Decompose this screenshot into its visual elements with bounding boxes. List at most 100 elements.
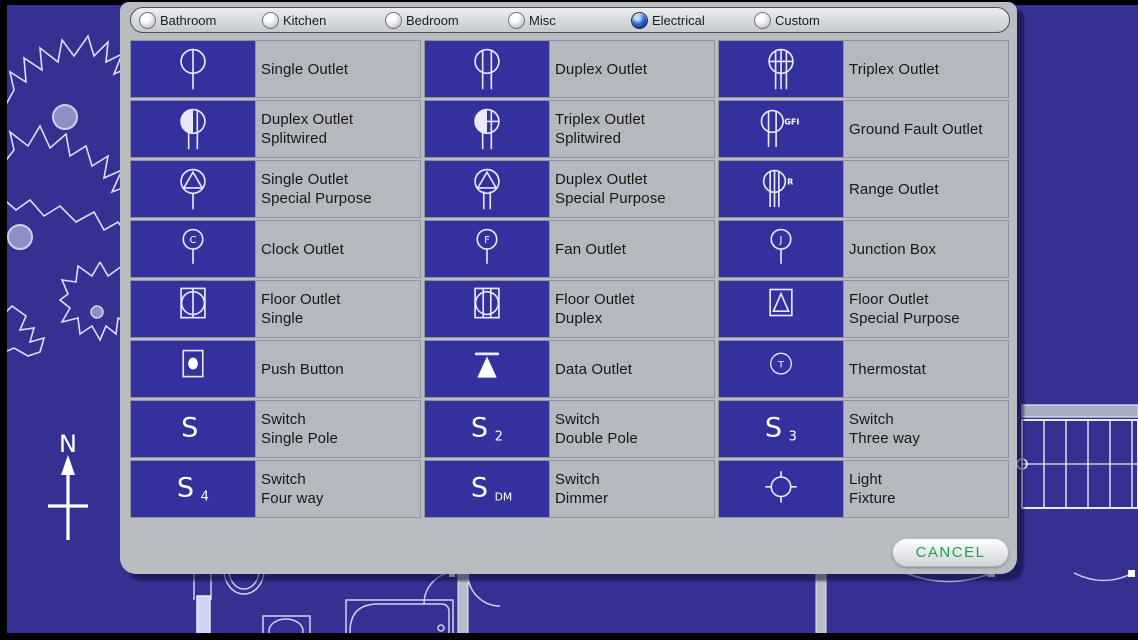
symbol-cell-switch-double-pole[interactable]: S2SwitchDouble Pole (424, 400, 715, 458)
radio-icon-selected[interactable] (631, 12, 648, 29)
radio-icon[interactable] (385, 12, 402, 29)
symbol-label-duplex-outlet-splitwired: Duplex OutletSplitwired (256, 100, 421, 158)
category-radio-custom[interactable]: Custom (754, 12, 877, 29)
symbol-cell-single-outlet-special[interactable]: Single OutletSpecial Purpose (130, 160, 421, 218)
category-label: Bathroom (160, 13, 216, 28)
fan-outlet-icon[interactable]: F (424, 220, 550, 278)
range-outlet-icon[interactable]: R (718, 160, 844, 218)
symbol-label-fan-outlet: Fan Outlet (550, 220, 715, 278)
data-outlet-icon[interactable] (424, 340, 550, 398)
duplex-outlet-icon[interactable] (424, 40, 550, 98)
door-swing (906, 573, 992, 582)
symbol-row: Floor OutletSingle Floor OutletDuplexFloo… (130, 280, 1010, 338)
tree-outline (4, 36, 128, 108)
switch-single-pole-icon[interactable]: S (130, 400, 256, 458)
symbol-row: Duplex OutletSplitwired Triplex OutletSpl… (130, 100, 1010, 158)
symbol-label-ground-fault-outlet: Ground Fault Outlet (844, 100, 1009, 158)
single-outlet-icon[interactable] (130, 40, 256, 98)
junction-box-icon[interactable]: J (718, 220, 844, 278)
duplex-outlet-splitwired-icon[interactable] (130, 100, 256, 158)
switch-dimmer-icon[interactable]: SDM (424, 460, 550, 518)
symbol-label-range-outlet: Range Outlet (844, 160, 1009, 218)
svg-text:3: 3 (789, 429, 797, 444)
triplex-outlet-splitwired-icon[interactable] (424, 100, 550, 158)
tree-trunk (8, 225, 32, 249)
svg-text:GFI: GFI (784, 117, 799, 127)
ground-fault-outlet-icon[interactable]: GFI (718, 100, 844, 158)
symbol-cell-duplex-outlet-special[interactable]: Duplex OutletSpecial Purpose (424, 160, 715, 218)
symbol-cell-light-fixture[interactable]: LightFixture (718, 460, 1009, 518)
symbol-cell-floor-outlet-duplex[interactable]: Floor OutletDuplex (424, 280, 715, 338)
single-outlet-special-icon[interactable] (130, 160, 256, 218)
tree-trunk (91, 306, 103, 318)
symbol-cell-switch-four-way[interactable]: S4SwitchFour way (130, 460, 421, 518)
symbol-label-floor-outlet-single: Floor OutletSingle (256, 280, 421, 338)
category-radio-bedroom[interactable]: Bedroom (385, 12, 508, 29)
duplex-outlet-special-icon[interactable] (424, 160, 550, 218)
symbol-label-switch-four-way: SwitchFour way (256, 460, 421, 518)
svg-text:S: S (765, 413, 782, 444)
svg-text:C: C (190, 235, 197, 246)
cancel-button[interactable]: CANCEL (892, 538, 1009, 567)
category-radio-misc[interactable]: Misc (508, 12, 631, 29)
symbol-cell-push-button[interactable]: Push Button (130, 340, 421, 398)
symbol-cell-duplex-outlet-splitwired[interactable]: Duplex OutletSplitwired (130, 100, 421, 158)
triplex-outlet-icon[interactable] (718, 40, 844, 98)
symbol-cell-switch-dimmer[interactable]: SDMSwitchDimmer (424, 460, 715, 518)
symbol-cell-junction-box[interactable]: JJunction Box (718, 220, 1009, 278)
symbol-cell-triplex-outlet-splitwired[interactable]: Triplex OutletSplitwired (424, 100, 715, 158)
compass-north: N (48, 430, 88, 540)
floor-outlet-special-icon[interactable] (718, 280, 844, 338)
symbol-cell-switch-single-pole[interactable]: SSwitchSingle Pole (130, 400, 421, 458)
symbol-cell-floor-outlet-special[interactable]: Floor OutletSpecial Purpose (718, 280, 1009, 338)
radio-icon[interactable] (508, 12, 525, 29)
category-radio-kitchen[interactable]: Kitchen (262, 12, 385, 29)
symbol-label-triplex-outlet-splitwired: Triplex OutletSplitwired (550, 100, 715, 158)
category-radio-bathroom[interactable]: Bathroom (139, 12, 262, 29)
svg-text:2: 2 (495, 429, 503, 444)
symbol-cell-range-outlet[interactable]: R Range Outlet (718, 160, 1009, 218)
category-label: Kitchen (283, 13, 326, 28)
symbol-cell-switch-three-way[interactable]: S3SwitchThree way (718, 400, 1009, 458)
symbol-row: SSwitchSingle PoleS2SwitchDouble PoleS3S… (130, 400, 1010, 458)
symbol-row: CClock OutletFFan OutletJJunction Box (130, 220, 1010, 278)
symbol-label-data-outlet: Data Outlet (550, 340, 715, 398)
radio-icon[interactable] (262, 12, 279, 29)
symbol-row: Single OutletDuplex OutletTriplex Outlet (130, 40, 1010, 98)
wall-segment (458, 572, 468, 640)
door-swing (424, 570, 456, 604)
floor-outlet-single-icon[interactable] (130, 280, 256, 338)
symbol-cell-ground-fault-outlet[interactable]: GFI Ground Fault Outlet (718, 100, 1009, 158)
symbol-cell-duplex-outlet[interactable]: Duplex Outlet (424, 40, 715, 98)
symbol-label-light-fixture: LightFixture (844, 460, 1009, 518)
symbol-label-duplex-outlet-special: Duplex OutletSpecial Purpose (550, 160, 715, 218)
radio-icon[interactable] (139, 12, 156, 29)
tree-outline (60, 262, 128, 340)
radio-icon[interactable] (754, 12, 771, 29)
symbol-cell-single-outlet[interactable]: Single Outlet (130, 40, 421, 98)
symbol-cell-thermostat[interactable]: TThermostat (718, 340, 1009, 398)
switch-three-way-icon[interactable]: S3 (718, 400, 844, 458)
symbol-cell-triplex-outlet[interactable]: Triplex Outlet (718, 40, 1009, 98)
symbol-label-switch-single-pole: SwitchSingle Pole (256, 400, 421, 458)
svg-text:R: R (787, 177, 794, 187)
symbol-label-single-outlet: Single Outlet (256, 40, 421, 98)
thermostat-icon[interactable]: T (718, 340, 844, 398)
symbol-cell-clock-outlet[interactable]: CClock Outlet (130, 220, 421, 278)
symbol-cell-data-outlet[interactable]: Data Outlet (424, 340, 715, 398)
push-button-icon[interactable] (130, 340, 256, 398)
door-swing (468, 574, 500, 606)
switch-double-pole-icon[interactable]: S2 (424, 400, 550, 458)
symbol-label-single-outlet-special: Single OutletSpecial Purpose (256, 160, 421, 218)
category-label: Custom (775, 13, 820, 28)
symbol-cell-fan-outlet[interactable]: FFan Outlet (424, 220, 715, 278)
category-radio-electrical[interactable]: Electrical (631, 12, 754, 29)
symbol-label-floor-outlet-duplex: Floor OutletDuplex (550, 280, 715, 338)
svg-text:S: S (471, 413, 488, 444)
symbol-cell-floor-outlet-single[interactable]: Floor OutletSingle (130, 280, 421, 338)
clock-outlet-icon[interactable]: C (130, 220, 256, 278)
light-fixture-icon[interactable] (718, 460, 844, 518)
floor-outlet-duplex-icon[interactable] (424, 280, 550, 338)
switch-four-way-icon[interactable]: S4 (130, 460, 256, 518)
symbol-label-switch-double-pole: SwitchDouble Pole (550, 400, 715, 458)
